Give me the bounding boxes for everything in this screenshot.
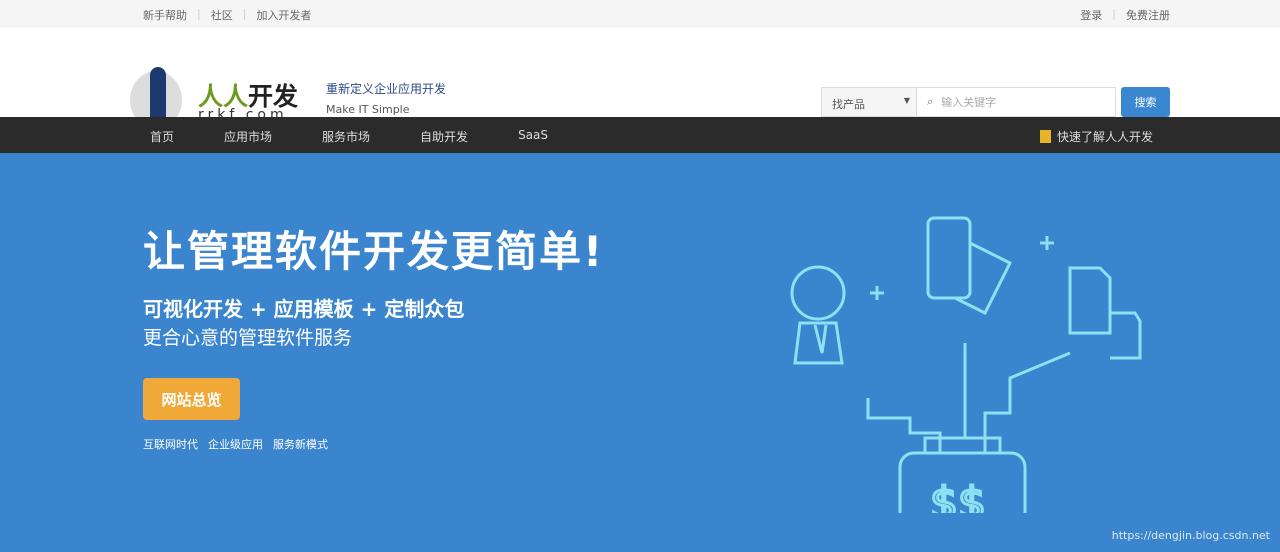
search-input[interactable]: ⌕ 输入关键字 xyxy=(917,87,1116,117)
nav-home[interactable]: 首页 xyxy=(150,128,174,145)
search-category-select[interactable]: 找产品 ▼ xyxy=(821,87,917,117)
nav-service-market[interactable]: 服务市场 xyxy=(322,128,370,145)
info-icon xyxy=(1040,130,1051,143)
tag: 互联网时代 xyxy=(143,438,198,451)
hero-banner: 让管理软件开发更简单! 可视化开发 + 应用模板 + 定制众包 更合心意的管理软… xyxy=(0,153,1280,552)
hero-description: 更合心意的管理软件服务 xyxy=(143,327,353,349)
divider: | xyxy=(242,7,247,20)
hero-illustration-icon: $$ xyxy=(790,216,1142,513)
register-link[interactable]: 免费注册 xyxy=(1126,7,1170,23)
search-button[interactable]: 搜索 xyxy=(1121,87,1170,117)
quick-intro-link[interactable]: 快速了解人人开发 xyxy=(1040,128,1153,145)
top-bar: 新手帮助 | 社区 | 加入开发者 登录 | 免费注册 xyxy=(0,0,1280,27)
header: 人人开发 rrkf.com 重新定义企业应用开发 Make IT Simple … xyxy=(0,27,1280,129)
caret-down-icon: ▼ xyxy=(903,96,910,105)
nav-self-develop[interactable]: 自助开发 xyxy=(420,128,468,145)
hero-title: 让管理软件开发更简单! xyxy=(143,227,605,276)
hero-tags: 互联网时代 企业级应用 服务新模式 xyxy=(143,436,328,452)
svg-text:$$: $$ xyxy=(930,478,986,513)
join-developer-link[interactable]: 加入开发者 xyxy=(256,7,311,23)
tag: 服务新模式 xyxy=(273,438,328,451)
site-overview-button[interactable]: 网站总览 xyxy=(143,378,240,420)
divider: | xyxy=(197,7,201,20)
main-nav: 首页 应用市场 服务市场 自助开发 SaaS 快速了解人人开发 xyxy=(0,117,1280,153)
divider: | xyxy=(1112,7,1116,20)
search-icon: ⌕ xyxy=(927,95,934,108)
watermark: https://dengjin.blog.csdn.net xyxy=(1111,529,1270,542)
hero-subtitle: 可视化开发 + 应用模板 + 定制众包 xyxy=(143,297,465,321)
nav-saas[interactable]: SaaS xyxy=(518,128,548,145)
community-link[interactable]: 社区 xyxy=(211,7,233,23)
nav-app-market[interactable]: 应用市场 xyxy=(224,128,272,145)
slogan-cn: 重新定义企业应用开发 xyxy=(326,82,447,96)
slogan-en: Make IT Simple xyxy=(326,103,410,116)
tag: 企业级应用 xyxy=(208,438,263,451)
help-link[interactable]: 新手帮助 xyxy=(143,7,187,23)
search-bar: 找产品 ▼ ⌕ 输入关键字 搜索 xyxy=(821,87,1170,117)
login-link[interactable]: 登录 xyxy=(1080,7,1102,23)
